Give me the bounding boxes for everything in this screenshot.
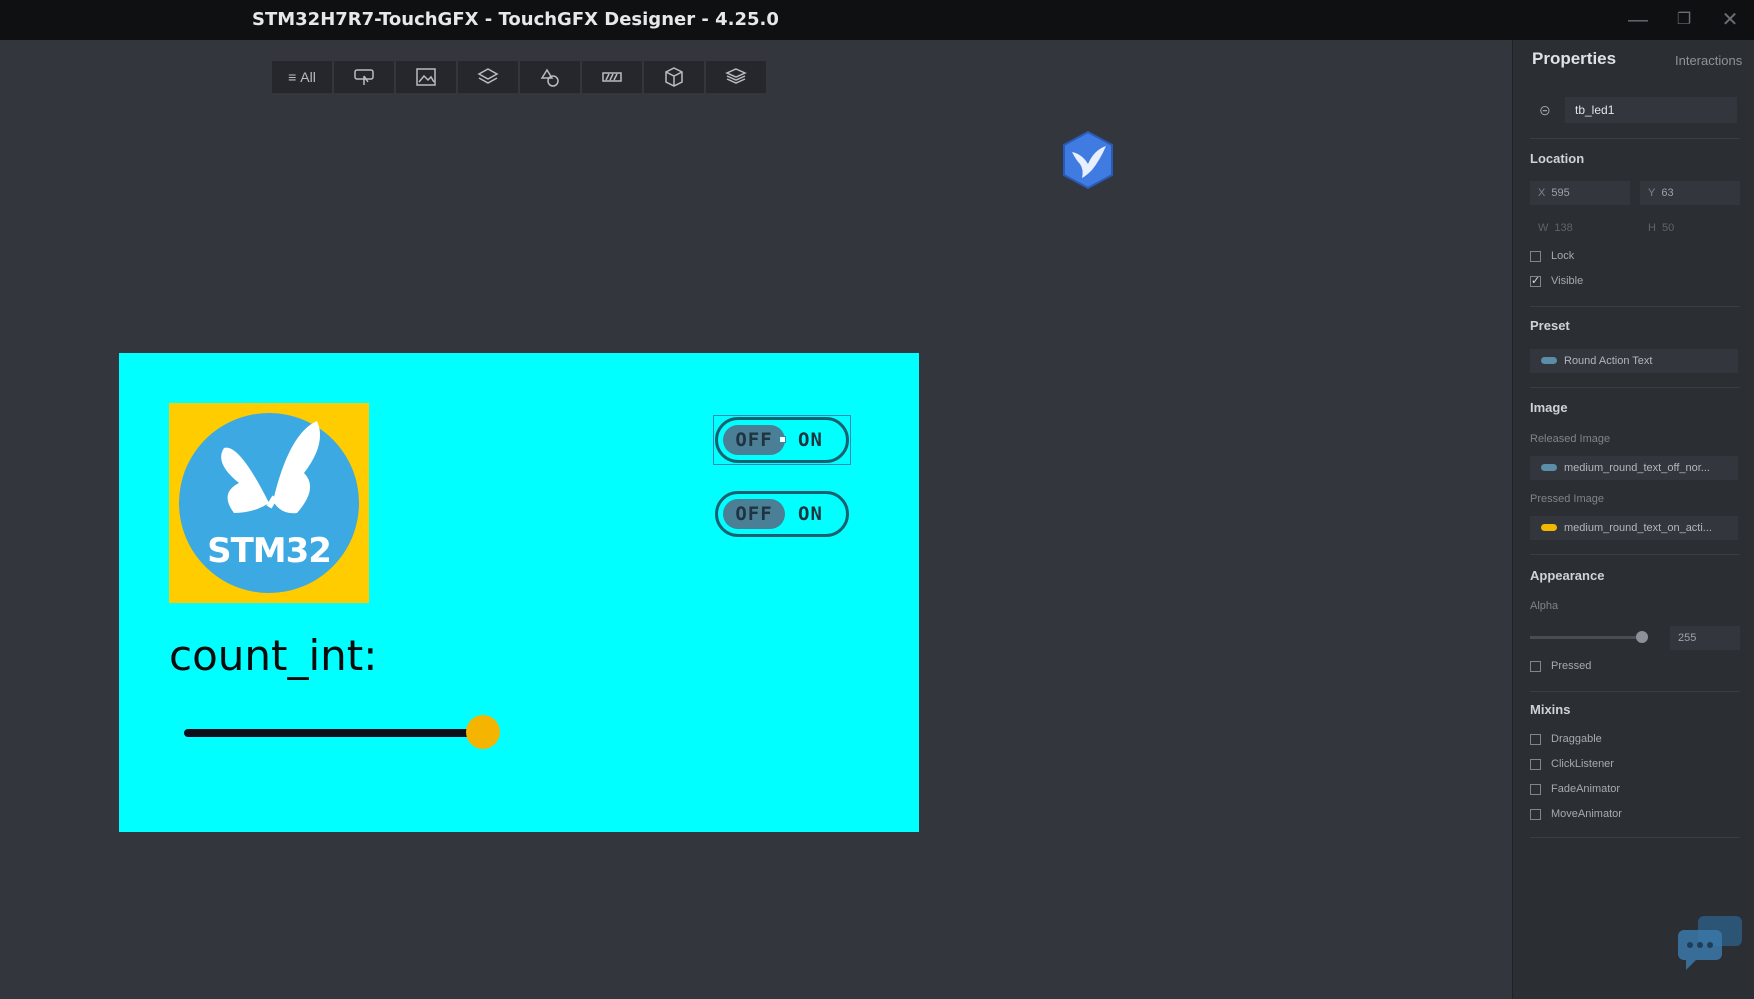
selection-handle[interactable] <box>779 436 786 443</box>
moveanimator-checkbox[interactable] <box>1530 809 1541 820</box>
divider <box>1530 691 1740 692</box>
x-input[interactable]: X 595 <box>1530 181 1630 205</box>
divider <box>1530 554 1740 555</box>
toggle-button-led2[interactable]: OFF ON <box>715 491 849 537</box>
filter-images-button[interactable] <box>396 61 456 93</box>
released-image-label: Released Image <box>1530 433 1611 445</box>
alpha-input[interactable]: 255 <box>1670 626 1740 650</box>
filter-stacked-button[interactable] <box>706 61 766 93</box>
divider <box>1530 138 1740 139</box>
filter-progress-button[interactable] <box>582 61 642 93</box>
toggle-off-label: OFF <box>723 499 785 529</box>
chat-icon[interactable] <box>1676 914 1746 974</box>
toggle-preview-icon <box>1541 357 1557 364</box>
toggle-off-preview-icon <box>1541 464 1557 471</box>
w-input[interactable]: W 138 <box>1530 216 1630 240</box>
divider <box>1530 306 1740 307</box>
moveanimator-label: MoveAnimator <box>1551 808 1622 820</box>
alpha-label: Alpha <box>1530 600 1559 612</box>
toggle-on-label: ON <box>798 503 823 525</box>
appearance-header: Appearance <box>1530 568 1605 583</box>
toggle-on-preview-icon <box>1541 524 1557 531</box>
alpha-slider-track[interactable] <box>1530 636 1642 639</box>
widget-name-input[interactable]: tb_led1 <box>1565 97 1737 123</box>
widget-toolbar: ≡ All <box>272 61 768 93</box>
cube-icon <box>665 67 683 87</box>
pressed-checkbox[interactable] <box>1530 661 1541 672</box>
shapes-icon <box>540 68 559 87</box>
minimize-icon[interactable]: — <box>1626 8 1650 32</box>
toggle-widget-icon: ⊝ <box>1539 102 1551 118</box>
mixins-header: Mixins <box>1530 702 1571 717</box>
logo-text: STM32 <box>207 531 332 571</box>
title-bar: STM32H7R7-TouchGFX - TouchGFX Designer -… <box>0 0 1754 40</box>
clicklistener-checkbox[interactable] <box>1530 759 1541 770</box>
layers-icon <box>477 68 499 84</box>
visible-checkbox[interactable] <box>1530 274 1541 287</box>
released-image-select[interactable]: medium_round_text_off_nor... <box>1530 456 1738 480</box>
h-input[interactable]: H 50 <box>1640 216 1740 240</box>
pressed-image-label: Pressed Image <box>1530 493 1604 505</box>
pressed-image-select[interactable]: medium_round_text_on_acti... <box>1530 516 1738 540</box>
image-header: Image <box>1530 400 1568 415</box>
display-screen[interactable]: STM32 count_int: OFF ON OFF ON <box>119 353 919 832</box>
count-label[interactable]: count_int: <box>169 631 377 680</box>
preset-select[interactable]: Round Action Text <box>1530 349 1738 373</box>
clicklistener-label: ClickListener <box>1551 758 1614 770</box>
touchgfx-logo-icon <box>1063 130 1113 190</box>
slider-knob[interactable] <box>466 715 500 749</box>
filter-containers-button[interactable] <box>458 61 518 93</box>
preset-header: Preset <box>1530 318 1570 333</box>
divider <box>1530 837 1740 838</box>
image-icon <box>416 68 436 86</box>
visible-label: Visible <box>1551 275 1584 287</box>
properties-panel: Properties Interactions ⊝ tb_led1 Locati… <box>1512 40 1754 999</box>
lock-label: Lock <box>1551 250 1575 262</box>
alpha-slider-knob[interactable] <box>1636 631 1648 643</box>
progress-icon <box>602 72 622 82</box>
filter-buttons-button[interactable] <box>334 61 394 93</box>
window-title: STM32H7R7-TouchGFX - TouchGFX Designer -… <box>252 9 779 30</box>
filter-shapes-button[interactable] <box>520 61 580 93</box>
draggable-checkbox[interactable] <box>1530 734 1541 745</box>
slider-track[interactable] <box>184 729 484 737</box>
lock-checkbox[interactable] <box>1530 251 1541 262</box>
draggable-label: Draggable <box>1551 733 1602 745</box>
filter-all-button[interactable]: ≡ All <box>272 61 332 93</box>
tab-interactions[interactable]: Interactions <box>1675 53 1742 68</box>
fadeanimator-checkbox[interactable] <box>1530 784 1541 795</box>
restore-icon[interactable]: ❐ <box>1672 8 1696 32</box>
pressed-label: Pressed <box>1551 660 1592 672</box>
filter-3d-button[interactable] <box>644 61 704 93</box>
y-input[interactable]: Y 63 <box>1640 181 1740 205</box>
location-header: Location <box>1530 151 1585 166</box>
close-icon[interactable]: ✕ <box>1718 8 1742 32</box>
stm32-logo-image[interactable]: STM32 <box>169 403 369 603</box>
divider <box>1530 387 1740 388</box>
stack-icon <box>725 68 747 84</box>
butterfly-icon <box>179 413 359 593</box>
fadeanimator-label: FadeAnimator <box>1551 783 1621 795</box>
tab-properties[interactable]: Properties <box>1532 49 1616 68</box>
menu-icon: ≡ <box>288 69 297 85</box>
click-icon <box>354 69 374 85</box>
